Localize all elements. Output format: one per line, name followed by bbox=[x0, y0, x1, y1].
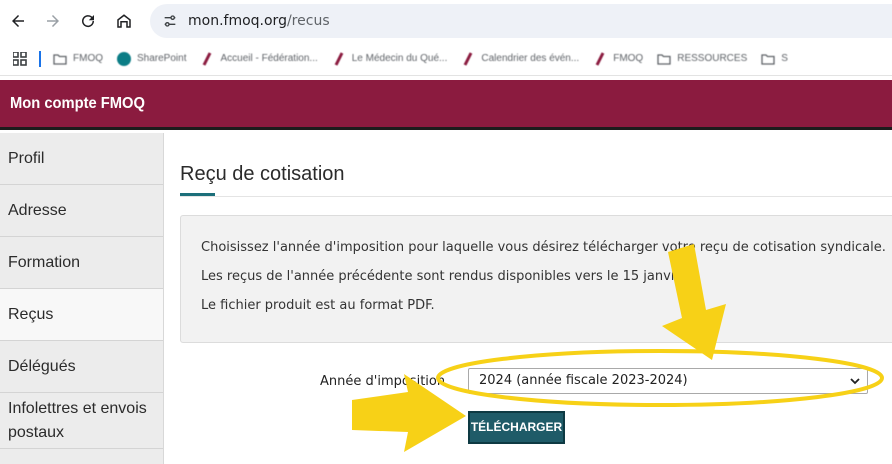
reload-button[interactable] bbox=[70, 3, 106, 39]
page-title: Reçu de cotisation bbox=[180, 163, 345, 185]
info-box: Choisissez l'année d'imposition pour laq… bbox=[180, 215, 892, 343]
reload-icon bbox=[82, 15, 95, 28]
bookmark-ressources[interactable]: RESSOURCES bbox=[657, 52, 747, 66]
bookmark-label: Accueil - Fédération... bbox=[220, 53, 318, 64]
arrow-left-icon bbox=[12, 15, 24, 27]
sidebar-item-recus[interactable]: Reçus bbox=[0, 289, 163, 341]
sidebar-item-profil[interactable]: Profil bbox=[0, 133, 163, 185]
info-line: Le fichier produit est au format PDF. bbox=[201, 298, 435, 313]
tax-year-select[interactable]: 2024 (année fiscale 2023-2024) bbox=[468, 368, 868, 394]
title-divider bbox=[180, 196, 892, 197]
tax-year-label: Année d'imposition bbox=[320, 374, 446, 389]
fmoq-logo-icon bbox=[200, 51, 214, 66]
address-bar[interactable]: mon.fmoq.org/recus bbox=[150, 4, 892, 38]
info-line: Choisissez l'année d'imposition pour laq… bbox=[201, 240, 886, 255]
bookmark-fmoq-folder[interactable]: FMOQ bbox=[53, 52, 103, 66]
sidebar-item-delegues[interactable]: Délégués bbox=[0, 341, 163, 393]
bookmark-label: SharePoint bbox=[137, 53, 187, 64]
forward-button[interactable] bbox=[35, 3, 71, 39]
sidebar: Profil Adresse Formation Reçus Délégués … bbox=[0, 133, 164, 464]
home-icon bbox=[117, 14, 131, 28]
bookmark-fmoq[interactable]: FMOQ bbox=[593, 51, 644, 66]
bookmark-sharepoint[interactable]: SharePoint bbox=[117, 51, 187, 66]
bookmark-label: Calendrier des évén... bbox=[481, 53, 580, 64]
bookmark-label: FMOQ bbox=[73, 53, 103, 64]
sidebar-item-formation[interactable]: Formation bbox=[0, 237, 163, 289]
arrow-right-icon bbox=[47, 15, 59, 27]
url-text: mon.fmoq.org/recus bbox=[188, 13, 330, 29]
bookmarks-bar: FMOQ SharePoint Accueil - Fédération... … bbox=[0, 42, 892, 76]
bookmark-label: FMOQ bbox=[613, 53, 644, 64]
folder-icon bbox=[761, 52, 775, 66]
bookmark-label: S bbox=[781, 53, 788, 64]
url-domain: mon.fmoq.org bbox=[188, 13, 287, 29]
url-path: /recus bbox=[286, 13, 330, 29]
site-header: Mon compte FMOQ bbox=[0, 80, 892, 130]
fmoq-logo-icon bbox=[593, 51, 607, 66]
bookmark-calendrier[interactable]: Calendrier des évén... bbox=[461, 51, 580, 66]
bookmark-label: Le Médecin du Qué... bbox=[351, 53, 448, 64]
browser-toolbar: mon.fmoq.org/recus bbox=[0, 0, 892, 42]
site-info-icon[interactable] bbox=[162, 13, 178, 29]
main-content: Reçu de cotisation Choisissez l'année d'… bbox=[164, 133, 892, 464]
bookmark-label: RESSOURCES bbox=[677, 53, 748, 64]
bookmark-accueil[interactable]: Accueil - Fédération... bbox=[200, 51, 318, 66]
download-button[interactable]: TÉLÉCHARGER bbox=[468, 411, 565, 444]
site-title[interactable]: Mon compte FMOQ bbox=[10, 95, 145, 113]
bookmarks-divider bbox=[39, 50, 41, 67]
bookmark-s-folder[interactable]: S bbox=[761, 52, 788, 66]
folder-icon bbox=[657, 52, 671, 66]
apps-grid-icon[interactable] bbox=[12, 50, 27, 66]
tax-year-selected-value: 2024 (année fiscale 2023-2024) bbox=[479, 373, 688, 388]
fmoq-logo-icon bbox=[461, 51, 475, 66]
info-line: Les reçus de l'année précédente sont ren… bbox=[201, 269, 691, 284]
sharepoint-icon bbox=[117, 51, 131, 66]
home-button[interactable] bbox=[106, 3, 142, 39]
back-button[interactable] bbox=[0, 3, 36, 39]
bookmark-medecin[interactable]: Le Médecin du Qué... bbox=[332, 51, 448, 66]
sidebar-item-adresse[interactable]: Adresse bbox=[0, 185, 163, 237]
sidebar-item-infolettres[interactable]: Infolettres et envois postaux bbox=[0, 393, 163, 449]
folder-icon bbox=[53, 52, 67, 66]
chevron-down-icon bbox=[850, 378, 860, 385]
fmoq-logo-icon bbox=[332, 51, 346, 66]
